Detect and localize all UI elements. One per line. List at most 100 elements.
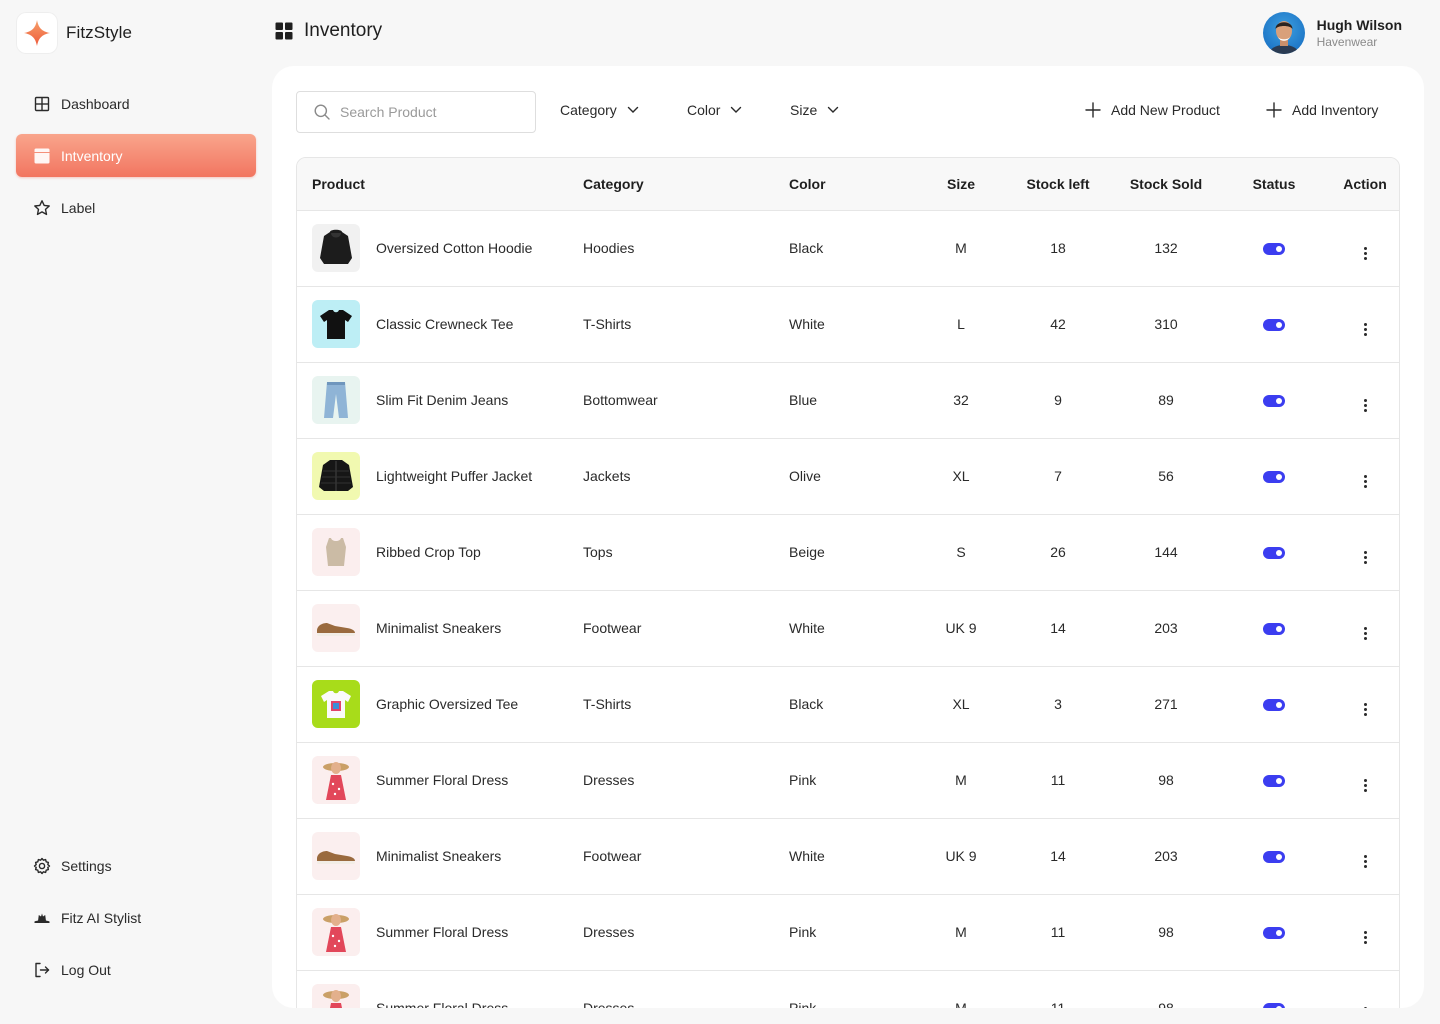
product-stock-sold: 56 [1113, 438, 1219, 515]
column-header-stock-sold[interactable]: Stock Sold [1113, 158, 1219, 211]
category-filter-label: Category [560, 102, 617, 118]
product-name: Minimalist Sneakers [376, 620, 502, 636]
plus-icon [1266, 102, 1282, 118]
column-header-action: Action [1329, 158, 1399, 211]
table-row[interactable]: Summer Floral Dress Dresses Pink M 11 98 [297, 894, 1399, 971]
product-stock-left: 14 [1003, 818, 1113, 895]
table-row[interactable]: Summer Floral Dress Dresses Pink M 11 98 [297, 742, 1399, 819]
product-stock-left: 42 [1003, 286, 1113, 363]
more-options-icon[interactable] [1363, 702, 1367, 716]
product-name: Ribbed Crop Top [376, 544, 481, 560]
chevron-down-icon [731, 106, 742, 113]
size-filter[interactable]: Size [790, 102, 839, 118]
search-box[interactable] [296, 91, 536, 133]
status-toggle[interactable] [1263, 1003, 1285, 1008]
product-category: T-Shirts [583, 666, 789, 743]
product-name: Summer Floral Dress [376, 924, 509, 940]
add-inventory-label: Add Inventory [1292, 102, 1379, 118]
more-options-icon[interactable] [1363, 854, 1367, 868]
grid-icon [275, 22, 293, 40]
color-filter[interactable]: Color [687, 102, 742, 118]
column-header-product[interactable]: Product [297, 158, 583, 211]
product-color: Beige [789, 514, 919, 591]
column-header-category[interactable]: Category [583, 158, 789, 211]
user-name: Hugh Wilson [1316, 17, 1402, 33]
category-filter[interactable]: Category [560, 102, 639, 118]
sidebar-item-label-nav[interactable]: Label [16, 186, 256, 229]
sidebar-item-logout[interactable]: Log Out [16, 948, 256, 991]
product-color: Black [789, 210, 919, 287]
sidebar-item-dashboard[interactable]: Dashboard [16, 82, 256, 125]
add-inventory-button[interactable]: Add Inventory [1266, 102, 1378, 118]
status-toggle[interactable] [1263, 471, 1285, 484]
product-category: Dresses [583, 894, 789, 971]
product-stock-sold: 98 [1113, 742, 1219, 819]
avatar[interactable] [1262, 12, 1305, 54]
product-stock-left: 11 [1003, 970, 1113, 1008]
user-profile[interactable]: Hugh Wilson Havenwear [1262, 12, 1402, 54]
more-options-icon[interactable] [1363, 778, 1367, 792]
product-name: Summer Floral Dress [376, 772, 509, 788]
product-stock-sold: 203 [1113, 818, 1219, 895]
inventory-panel: Category Color Size Add New Product Add … [272, 66, 1424, 1008]
product-stock-left: 7 [1003, 438, 1113, 515]
sidebar-bottom-nav: Settings Fitz AI Stylist Log Out [16, 844, 256, 1000]
product-name: Oversized Cotton Hoodie [376, 240, 533, 256]
gear-icon [33, 857, 51, 874]
table-row[interactable]: Summer Floral Dress Dresses Pink M 11 98 [297, 970, 1399, 1008]
column-header-color[interactable]: Color [789, 158, 919, 211]
sidebar-item-settings[interactable]: Settings [16, 844, 256, 887]
sneaker-thumbnail-icon [312, 832, 360, 880]
page-title-text: Inventory [304, 20, 383, 41]
status-toggle[interactable] [1263, 319, 1285, 332]
sidebar-item-inventory[interactable]: Intventory [16, 134, 256, 177]
more-options-icon[interactable] [1363, 626, 1367, 640]
table-row[interactable]: Oversized Cotton Hoodie Hoodies Black M … [297, 210, 1399, 287]
hat-icon [34, 913, 50, 923]
table-row[interactable]: Minimalist Sneakers Footwear White UK 9 … [297, 818, 1399, 895]
sidebar-item-label: Log Out [61, 961, 111, 978]
more-options-icon[interactable] [1363, 474, 1367, 488]
status-toggle[interactable] [1263, 623, 1285, 636]
table-row[interactable]: Graphic Oversized Tee T-Shirts Black XL … [297, 666, 1399, 743]
table-row[interactable]: Classic Crewneck Tee T-Shirts White L 42… [297, 286, 1399, 363]
search-input[interactable] [340, 104, 520, 120]
table-row[interactable]: Ribbed Crop Top Tops Beige S 26 144 [297, 514, 1399, 591]
status-toggle[interactable] [1263, 243, 1285, 256]
status-toggle[interactable] [1263, 547, 1285, 560]
more-options-icon[interactable] [1363, 398, 1367, 412]
column-header-stock-left[interactable]: Stock left [1003, 158, 1113, 211]
column-header-size[interactable]: Size [919, 158, 1003, 211]
product-stock-sold: 132 [1113, 210, 1219, 287]
jeans-thumbnail-icon [312, 376, 360, 424]
status-toggle[interactable] [1263, 851, 1285, 864]
status-toggle[interactable] [1263, 699, 1285, 712]
column-header-status[interactable]: Status [1219, 158, 1329, 211]
status-toggle[interactable] [1263, 927, 1285, 940]
more-options-icon[interactable] [1363, 930, 1367, 944]
brand[interactable]: FitzStyle [16, 12, 132, 54]
sidebar-item-ai-stylist[interactable]: Fitz AI Stylist [16, 896, 256, 939]
product-size: M [919, 742, 1003, 819]
tee-thumbnail-icon [312, 300, 360, 348]
more-options-icon[interactable] [1363, 550, 1367, 564]
product-size: M [919, 210, 1003, 287]
status-toggle[interactable] [1263, 775, 1285, 788]
product-name: Summer Floral Dress [376, 1000, 509, 1008]
product-color: White [789, 286, 919, 363]
graphic-thumbnail-icon [312, 680, 360, 728]
more-options-icon[interactable] [1363, 322, 1367, 336]
add-new-product-label: Add New Product [1111, 102, 1220, 118]
plus-icon [1085, 102, 1101, 118]
table-row[interactable]: Lightweight Puffer Jacket Jackets Olive … [297, 438, 1399, 515]
add-new-product-button[interactable]: Add New Product [1085, 102, 1220, 118]
status-toggle[interactable] [1263, 395, 1285, 408]
more-options-icon[interactable] [1363, 246, 1367, 260]
sidebar-item-label: Settings [61, 857, 112, 874]
product-size: UK 9 [919, 818, 1003, 895]
product-color: Pink [789, 970, 919, 1008]
table-row[interactable]: Slim Fit Denim Jeans Bottomwear Blue 32 … [297, 362, 1399, 439]
more-options-icon[interactable] [1363, 1006, 1367, 1008]
dress-thumbnail-icon [312, 756, 360, 804]
table-row[interactable]: Minimalist Sneakers Footwear White UK 9 … [297, 590, 1399, 667]
